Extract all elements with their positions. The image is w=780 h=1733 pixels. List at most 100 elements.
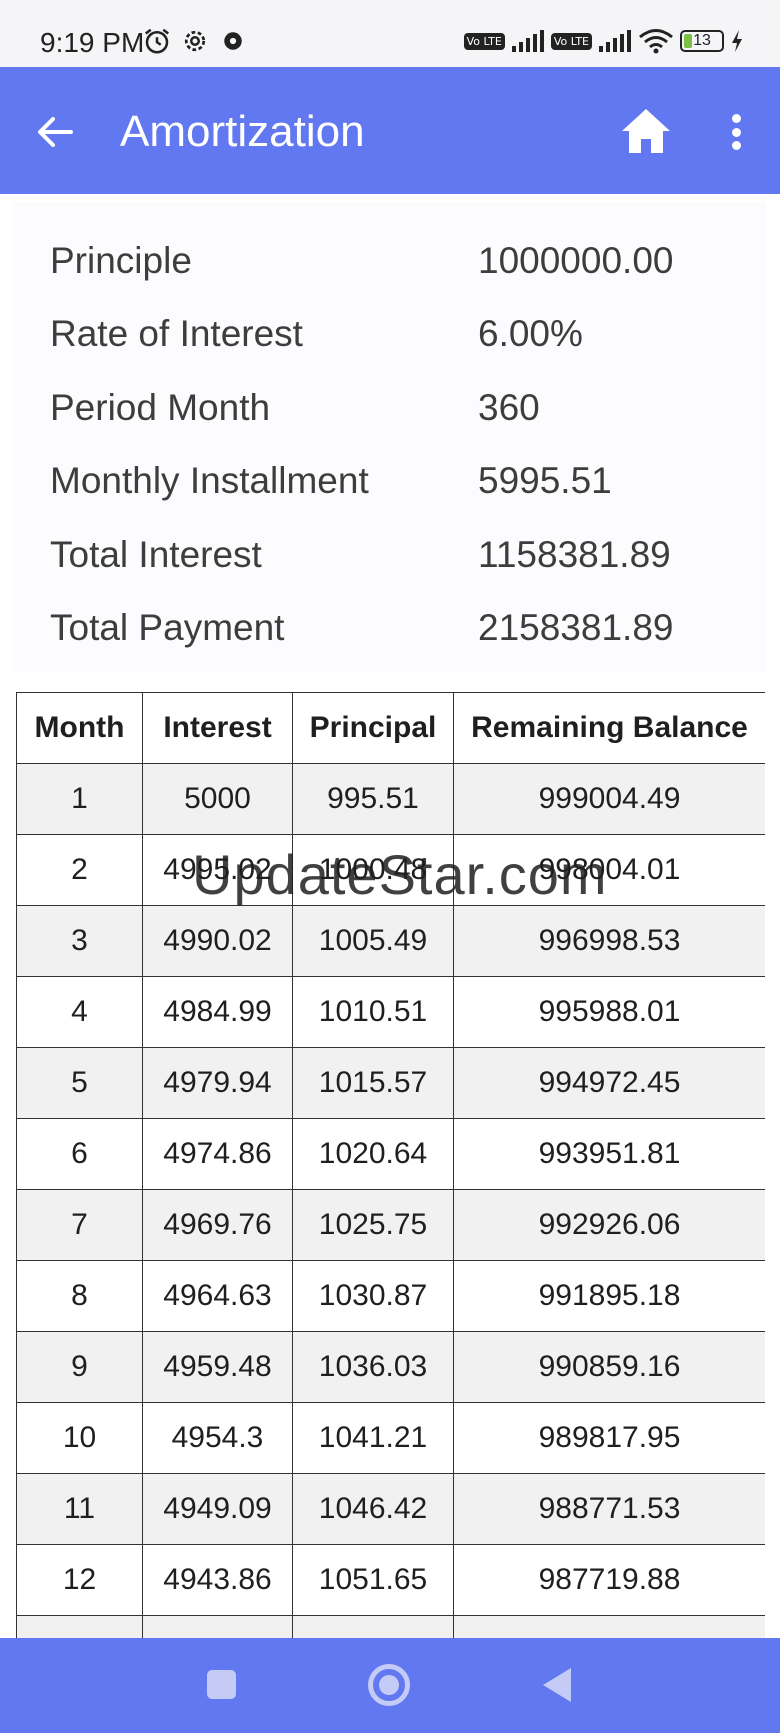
overflow-menu-button[interactable] (714, 107, 758, 157)
cell-remaining-balance: 986662.98 (453, 1615, 765, 1638)
cell-month: 3 (16, 905, 143, 977)
cell-remaining-balance: 991895.18 (453, 1260, 765, 1332)
summary-label: Total Interest (50, 534, 262, 575)
menu-dot (731, 141, 741, 150)
menu-dot (731, 114, 741, 123)
cell-principal: 1020.64 (292, 1118, 454, 1190)
summary-value: 5995.51 (478, 460, 612, 501)
cell-month: 9 (16, 1331, 143, 1403)
gear-icon (184, 30, 206, 52)
summary-value: 1158381.89 (478, 534, 671, 575)
alarm-icon (145, 28, 169, 54)
arrow-left-icon (38, 117, 73, 147)
cell-principal: 1041.21 (292, 1402, 454, 1474)
cell-remaining-balance: 989817.95 (453, 1402, 765, 1474)
status-icons-right: Vo LTE Vo LTE 13 (463, 28, 744, 54)
cell-principal: 1005.49 (292, 905, 454, 977)
summary-row-total-interest: Total Interest 1158381.89 (50, 534, 750, 594)
amortization-table-container[interactable]: Month Interest Principal Remaining Balan… (16, 692, 765, 1638)
summary-value: 1000000.00 (478, 240, 674, 281)
cell-month: 1 (16, 763, 143, 835)
cell-interest: 4949.09 (142, 1473, 293, 1545)
summary-value: 360 (478, 387, 540, 428)
column-header-interest: Interest (142, 692, 293, 764)
table-row: 11 4949.09 1046.42 988771.53 (16, 1473, 765, 1545)
volte-badge: Vo LTE (463, 32, 505, 50)
cell-remaining-balance: 987719.88 (453, 1544, 765, 1616)
table-row: 7 4969.76 1025.75 992926.06 (16, 1189, 765, 1261)
table-row: 2 4995.02 1000.48 998004.01 (16, 834, 765, 906)
summary-label: Principle (50, 240, 192, 281)
cell-principal: 1030.87 (292, 1260, 454, 1332)
status-time: 9:19 PM (40, 27, 145, 58)
cell-interest: 4954.3 (142, 1402, 293, 1474)
cell-month: 13 (16, 1615, 143, 1638)
cell-principal: 1051.65 (292, 1544, 454, 1616)
cell-interest: 4938.6 (142, 1615, 293, 1638)
cell-principal: 1046.42 (292, 1473, 454, 1545)
summary-row-installment: Monthly Installment 5995.51 (50, 460, 750, 520)
cell-month: 11 (16, 1473, 143, 1545)
cell-remaining-balance: 990859.16 (453, 1331, 765, 1403)
battery-indicator: 13 (680, 30, 724, 52)
table-row: 1 5000 995.51 999004.49 (16, 763, 765, 835)
column-header-principal: Principal (292, 692, 454, 764)
summary-label: Total Payment (50, 607, 285, 648)
nav-home-button[interactable] (368, 1664, 410, 1706)
cell-month: 8 (16, 1260, 143, 1332)
cell-principal: 1036.03 (292, 1331, 454, 1403)
amortization-table: Month Interest Principal Remaining Balan… (16, 692, 765, 1638)
cell-principal: 995.51 (292, 763, 454, 835)
table-header-row: Month Interest Principal Remaining Balan… (16, 692, 765, 764)
table-row: 9 4959.48 1036.03 990859.16 (16, 1331, 765, 1403)
recents-button[interactable] (207, 1670, 236, 1699)
cell-interest: 4990.02 (142, 905, 293, 977)
cell-month: 10 (16, 1402, 143, 1474)
summary-row-principle: Principle 1000000.00 (50, 240, 750, 300)
summary-card: Principle 1000000.00 Rate of Interest 6.… (12, 202, 766, 672)
summary-label: Monthly Installment (50, 460, 369, 501)
cell-remaining-balance: 993951.81 (453, 1118, 765, 1190)
table-row: 3 4990.02 1005.49 996998.53 (16, 905, 765, 977)
home-button[interactable] (618, 103, 674, 159)
cell-principal: 1025.75 (292, 1189, 454, 1261)
menu-dot (731, 127, 741, 137)
cell-month: 5 (16, 1047, 143, 1119)
cell-month: 7 (16, 1189, 143, 1261)
cell-principal: 1010.51 (292, 976, 454, 1048)
cell-interest: 5000 (142, 763, 293, 835)
cell-remaining-balance: 988771.53 (453, 1473, 765, 1545)
cell-remaining-balance: 992926.06 (453, 1189, 765, 1261)
signal-icon (511, 30, 544, 52)
status-icons-left (142, 26, 248, 56)
summary-value: 2158381.89 (478, 607, 674, 648)
page-title: Amortization (120, 107, 365, 156)
summary-row-rate: Rate of Interest 6.00% (50, 313, 750, 373)
cell-principal: 1000.48 (292, 834, 454, 906)
cell-interest: 4964.63 (142, 1260, 293, 1332)
cell-interest: 4979.94 (142, 1047, 293, 1119)
cell-interest: 4995.02 (142, 834, 293, 906)
cell-month: 2 (16, 834, 143, 906)
cell-remaining-balance: 998004.01 (453, 834, 765, 906)
home-icon (622, 109, 670, 153)
cell-interest: 4974.86 (142, 1118, 293, 1190)
cell-principal: 1015.57 (292, 1047, 454, 1119)
circle-icon (379, 1675, 399, 1695)
summary-label: Period Month (50, 387, 271, 428)
table-row: 4 4984.99 1010.51 995988.01 (16, 976, 765, 1048)
cell-remaining-balance: 995988.01 (453, 976, 765, 1048)
back-button[interactable] (30, 107, 80, 157)
table-row: 6 4974.86 1020.64 993951.81 (16, 1118, 765, 1190)
charging-icon (732, 30, 742, 52)
table-body: 1 5000 995.51 999004.49 2 4995.02 1000.48 99800… (16, 763, 765, 1638)
cell-interest: 4984.99 (142, 976, 293, 1048)
cell-remaining-balance: 996998.53 (453, 905, 765, 977)
nav-back-button[interactable] (543, 1668, 571, 1702)
table-row: 5 4979.94 1015.57 994972.45 (16, 1047, 765, 1119)
cell-principal: 1056.91 (292, 1615, 454, 1638)
table-row: 10 4954.3 1041.21 989817.95 (16, 1402, 765, 1474)
column-header-month: Month (16, 692, 143, 764)
signal-icon-2 (599, 30, 631, 52)
cell-month: 12 (16, 1544, 143, 1616)
